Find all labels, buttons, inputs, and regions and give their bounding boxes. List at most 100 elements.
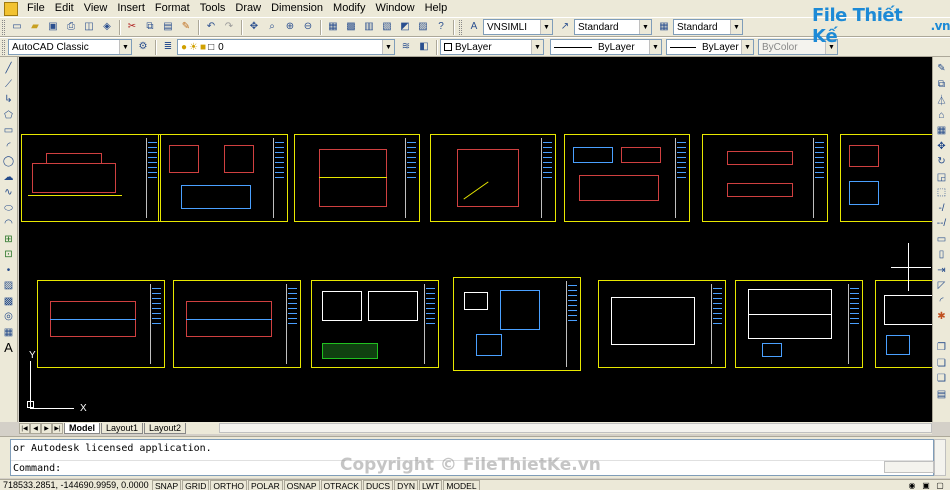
- break-icon[interactable]: ▯: [934, 247, 949, 263]
- multiline-text-icon[interactable]: A: [1, 340, 16, 356]
- first-tab-icon[interactable]: |◀: [19, 422, 30, 434]
- ducs-toggle[interactable]: DUCS: [362, 479, 394, 490]
- menu-view[interactable]: View: [79, 0, 113, 17]
- rectangle-icon[interactable]: ▭: [1, 123, 16, 139]
- dim-style-icon[interactable]: ↗: [557, 19, 573, 35]
- tab-model[interactable]: Model: [64, 422, 100, 434]
- table-style-icon[interactable]: ▦: [656, 19, 672, 35]
- publish-icon[interactable]: ◈: [99, 19, 115, 35]
- drawing-sheet-floor-plan-1[interactable]: [37, 280, 165, 368]
- offset-icon[interactable]: ⌂: [934, 108, 949, 124]
- rotate-icon[interactable]: ↻: [934, 154, 949, 170]
- draw-order-icon[interactable]: ❐: [934, 340, 949, 356]
- drawing-sheet-elevation[interactable]: [21, 134, 161, 222]
- menu-format[interactable]: Format: [150, 0, 195, 17]
- drawing-sheet-section-1[interactable]: [294, 134, 420, 222]
- tab-layout1[interactable]: Layout1: [101, 422, 144, 434]
- menu-modify[interactable]: Modify: [328, 0, 370, 17]
- text-style-select[interactable]: VNSIMLI ▼: [483, 19, 553, 35]
- lock-icon[interactable]: ▣: [921, 481, 931, 490]
- zoom-window-icon[interactable]: ⊕: [282, 19, 298, 35]
- pan-icon[interactable]: ✥: [246, 19, 262, 35]
- menu-draw[interactable]: Draw: [230, 0, 266, 17]
- erase-icon[interactable]: ✎: [934, 61, 949, 77]
- copy-icon[interactable]: ⧉: [142, 19, 158, 35]
- table-style-select[interactable]: Standard ▼: [673, 19, 743, 35]
- bring-above-icon[interactable]: ▤: [934, 387, 949, 403]
- line-icon[interactable]: ╱: [1, 61, 16, 77]
- print-icon[interactable]: ⎙: [63, 19, 79, 35]
- tool-palettes-icon[interactable]: ▥: [361, 19, 377, 35]
- zoom-previous-icon[interactable]: ⊖: [300, 19, 316, 35]
- ellipse-arc-icon[interactable]: ◠: [1, 216, 16, 232]
- linetype-select[interactable]: ByLayer ▼: [550, 39, 662, 55]
- dim-style-select[interactable]: Standard ▼: [574, 19, 652, 35]
- polygon-icon[interactable]: ⬠: [1, 108, 16, 124]
- undo-icon[interactable]: ↶: [203, 19, 219, 35]
- cut-icon[interactable]: ✂: [124, 19, 140, 35]
- prev-tab-icon[interactable]: ◀: [30, 422, 41, 434]
- communication-center-icon[interactable]: ◉: [907, 481, 917, 490]
- join-icon[interactable]: ⇥: [934, 263, 949, 279]
- menu-window[interactable]: Window: [370, 0, 419, 17]
- copy-object-icon[interactable]: ⧉: [934, 77, 949, 93]
- workspace-select[interactable]: AutoCAD Classic ▼: [8, 39, 132, 55]
- grid-toggle[interactable]: GRID: [182, 479, 210, 490]
- menu-file[interactable]: File: [22, 0, 50, 17]
- match-properties-icon[interactable]: ✎: [178, 19, 194, 35]
- ellipse-icon[interactable]: ⬭: [1, 201, 16, 217]
- menu-insert[interactable]: Insert: [112, 0, 150, 17]
- drawing-sheet-details[interactable]: [564, 134, 690, 222]
- hatch-icon[interactable]: ▨: [1, 278, 16, 294]
- menu-dimension[interactable]: Dimension: [266, 0, 328, 17]
- toolbar-grip[interactable]: [2, 19, 5, 35]
- make-current-icon[interactable]: ≋: [398, 39, 414, 55]
- drawing-area[interactable]: Y X: [19, 57, 932, 422]
- region-icon[interactable]: ◎: [1, 309, 16, 325]
- toolbar-grip[interactable]: [2, 39, 5, 55]
- mirror-icon[interactable]: ⏃: [934, 92, 949, 108]
- layer-manager-icon[interactable]: ≣: [160, 39, 176, 55]
- polar-toggle[interactable]: POLAR: [247, 479, 283, 490]
- next-tab-icon[interactable]: ▶: [41, 422, 52, 434]
- drawing-sheet-section-2[interactable]: [430, 134, 556, 222]
- stretch-icon[interactable]: ⬚: [934, 185, 949, 201]
- polyline-icon[interactable]: ↳: [1, 92, 16, 108]
- workspace-settings-icon[interactable]: ⚙: [135, 39, 151, 55]
- help-icon[interactable]: ?: [433, 19, 449, 35]
- color-select[interactable]: ByLayer ▼: [440, 39, 544, 55]
- paste-icon[interactable]: ▤: [160, 19, 176, 35]
- drawing-sheet-foundation[interactable]: [840, 134, 932, 222]
- design-center-icon[interactable]: ▩: [343, 19, 359, 35]
- circle-icon[interactable]: ◯: [1, 154, 16, 170]
- model-toggle[interactable]: MODEL: [443, 479, 480, 490]
- new-icon[interactable]: ▭: [9, 19, 25, 35]
- drawing-sheet-sections[interactable]: [158, 134, 288, 222]
- drawing-sheet-beams[interactable]: [702, 134, 828, 222]
- arc-icon[interactable]: ◜: [1, 139, 16, 155]
- drawing-sheet-roof-detail[interactable]: [875, 280, 932, 368]
- clean-screen-icon[interactable]: ▢: [935, 481, 945, 490]
- otrack-toggle[interactable]: OTRACK: [320, 479, 362, 490]
- command-scrollbar[interactable]: [934, 439, 946, 476]
- spline-icon[interactable]: ∿: [1, 185, 16, 201]
- layer-select[interactable]: ● ☀ ■ □ 0 ▼: [177, 39, 395, 55]
- send-back-icon[interactable]: ❑: [934, 371, 949, 387]
- lwt-toggle[interactable]: LWT: [419, 479, 443, 490]
- trim-icon[interactable]: -/: [934, 201, 949, 217]
- text-style-icon[interactable]: A: [466, 19, 482, 35]
- last-tab-icon[interactable]: ▶|: [52, 422, 63, 434]
- lineweight-select[interactable]: ByLayer ▼: [666, 39, 754, 55]
- extend-icon[interactable]: --/: [934, 216, 949, 232]
- construction-line-icon[interactable]: ⟋: [1, 77, 16, 93]
- fillet-icon[interactable]: ◜: [934, 294, 949, 310]
- explode-icon[interactable]: ✱: [934, 309, 949, 325]
- dyn-toggle[interactable]: DYN: [394, 479, 419, 490]
- drawing-sheet-plumbing[interactable]: [453, 277, 581, 371]
- bring-front-icon[interactable]: ❏: [934, 356, 949, 372]
- chamfer-icon[interactable]: ◸: [934, 278, 949, 294]
- tab-layout2[interactable]: Layout2: [144, 422, 187, 434]
- preview-icon[interactable]: ◫: [81, 19, 97, 35]
- drawing-sheet-electrical[interactable]: [311, 280, 439, 368]
- redo-icon[interactable]: ↷: [221, 19, 237, 35]
